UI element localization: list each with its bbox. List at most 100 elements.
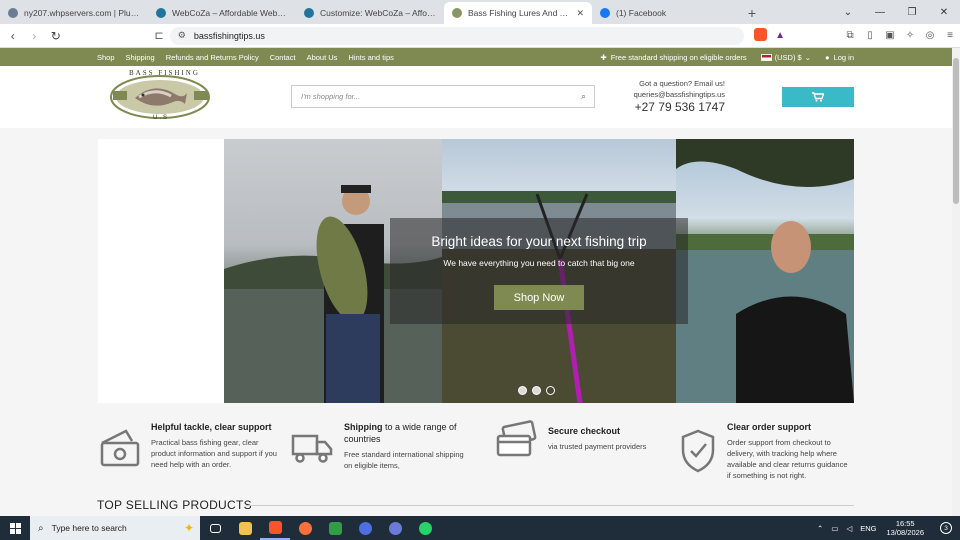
slider-dot-3[interactable] <box>546 386 555 395</box>
brave-rewards-icon[interactable]: ▲ <box>770 30 790 41</box>
new-tab-button[interactable]: + <box>740 2 764 24</box>
nav-about[interactable]: About Us <box>307 53 338 62</box>
site-logo[interactable]: BASS FISHING U.S <box>109 69 212 125</box>
window-controls: ⌄ — ❐ ✕ <box>832 0 960 24</box>
notifications-badge[interactable]: 3 <box>940 522 952 534</box>
browser-tab-active[interactable]: Bass Fishing Lures And Tackle Hints ✕ <box>444 2 592 24</box>
login-link[interactable]: Log in <box>834 53 854 62</box>
contact-question: Got a question? Email us! <box>639 79 725 88</box>
network-icon[interactable]: ▭ <box>831 524 838 533</box>
top-selling-heading: TOP SELLING PRODUCTS <box>97 498 252 512</box>
tab-label: (1) Facebook <box>616 8 667 18</box>
wordpress-favicon-icon <box>304 8 314 18</box>
extensions-bar: ▲ ⧉ ▯ ▣ ✧ ◎ ≡ <box>750 27 960 44</box>
menu-icon[interactable]: ≡ <box>940 30 960 41</box>
nav-refunds[interactable]: Refunds and Returns Policy <box>166 53 259 62</box>
firefox-icon[interactable] <box>290 516 320 540</box>
volume-icon[interactable]: ◁ <box>846 524 852 533</box>
tab-label: Bass Fishing Lures And Tackle Hints <box>468 8 570 18</box>
tab-label: ny207.whpservers.com | Plugins <box>24 8 140 18</box>
clock[interactable]: 16:55 13/08/2026 <box>886 519 924 537</box>
tab-label: Customize: WebCoZa – Affordable W <box>320 8 436 18</box>
feature-desc: Free standard international shipping on … <box>344 450 464 470</box>
vpn-icon[interactable]: ◎ <box>920 30 940 41</box>
feature-helpful-tackle: Helpful tackle, clear support Practical … <box>151 421 281 470</box>
minimize-icon[interactable]: — <box>864 0 896 24</box>
contact-block: Got a question? Email us! queries@bassfi… <box>620 78 725 113</box>
address-bar: ‹ › ↻ ⊏ ⚙ bassfishingtips.us ▲ ⧉ ▯ ▣ ✧ ◎… <box>0 24 960 48</box>
browser-tab-3[interactable]: Customize: WebCoZa – Affordable W <box>296 2 444 24</box>
user-icon: ● <box>825 52 830 62</box>
nav-right: ✚ Free standard shipping on eligible ord… <box>586 53 854 62</box>
plugins-favicon-icon <box>8 8 18 18</box>
dropdown-icon[interactable]: ⌄ <box>832 0 864 24</box>
reload-icon[interactable]: ↻ <box>47 29 65 43</box>
feature-title: Helpful tackle, clear support <box>151 422 272 432</box>
task-view-icon[interactable] <box>200 516 230 540</box>
cart-icon <box>812 92 824 102</box>
nav-shipping[interactable]: Shipping <box>126 53 155 62</box>
feature-title: Clear order support <box>727 422 812 432</box>
shop-now-button[interactable]: Shop Now <box>494 285 584 310</box>
language-indicator[interactable]: ENG <box>860 524 876 533</box>
nav-contact[interactable]: Contact <box>270 53 296 62</box>
forward-icon[interactable]: › <box>26 29 44 43</box>
chevron-down-icon: ⌄ <box>804 52 812 62</box>
wallet-icon[interactable]: ▣ <box>880 30 900 41</box>
chevron-up-icon[interactable]: ⌃ <box>817 524 823 533</box>
browser-tab-bar: ny207.whpservers.com | Plugins WebCoZa –… <box>0 0 960 24</box>
slider-dot-2[interactable] <box>532 386 541 395</box>
bookmark-icon[interactable]: ⊏ <box>155 29 164 42</box>
search-placeholder: I'm shopping for... <box>301 92 361 101</box>
tab-label: WebCoZa – Affordable Websites for <box>172 8 288 18</box>
back-icon[interactable]: ‹ <box>4 29 22 43</box>
hero-slider[interactable]: Bright ideas for your next fishing trip … <box>98 139 854 403</box>
extensions-icon[interactable]: ⧉ <box>840 30 860 41</box>
money-icon <box>98 427 140 470</box>
feature-desc: via trusted payment providers <box>548 442 647 451</box>
site-settings-icon[interactable]: ⚙ <box>178 30 186 41</box>
us-flag-icon <box>760 53 772 61</box>
page-scrollbar[interactable] <box>952 48 960 516</box>
close-tab-icon[interactable]: ✕ <box>576 8 584 19</box>
generic-app-icon[interactable] <box>380 516 410 540</box>
whatsapp-icon[interactable] <box>410 516 440 540</box>
hero-title: Bright ideas for your next fishing trip <box>431 234 647 249</box>
brave-browser-icon[interactable] <box>260 516 290 540</box>
credit-card-icon <box>494 420 538 463</box>
currency-selector[interactable]: (USD) $ <box>775 53 802 62</box>
shipping-promo[interactable]: Free standard shipping on eligible order… <box>611 53 747 62</box>
bass-fishing-favicon-icon <box>452 8 462 18</box>
site-top-nav: Shop Shipping Refunds and Returns Policy… <box>0 48 952 66</box>
facebook-favicon-icon <box>600 8 610 18</box>
url-input[interactable]: ⚙ bassfishingtips.us <box>169 26 745 45</box>
leo-icon[interactable]: ✧ <box>900 30 920 41</box>
browser-tab-5[interactable]: (1) Facebook <box>592 2 740 24</box>
contact-phone[interactable]: +27 79 536 1747 <box>620 101 725 113</box>
logo-text-top: BASS FISHING <box>129 69 200 77</box>
close-window-icon[interactable]: ✕ <box>928 0 960 24</box>
slider-dot-1[interactable] <box>518 386 527 395</box>
sidebar-icon[interactable]: ▯ <box>860 30 880 41</box>
contact-email[interactable]: queries@bassfishingtips.us <box>620 89 725 100</box>
copilot-sparkle-icon: ✦ <box>183 521 194 535</box>
maximize-icon[interactable]: ❐ <box>896 0 928 24</box>
nav-shop[interactable]: Shop <box>97 53 115 62</box>
notepad-icon[interactable] <box>320 516 350 540</box>
windows-start-icon[interactable] <box>0 522 30 534</box>
feature-secure-checkout: Secure checkout via trusted payment prov… <box>548 425 668 452</box>
taskbar-search-input[interactable]: ⌕ Type here to search ✦ <box>30 516 200 540</box>
feature-shipping: Shipping to a wide range of countries Fr… <box>344 421 469 471</box>
product-search-input[interactable]: I'm shopping for... ⌕ <box>291 85 595 108</box>
cart-button[interactable] <box>782 87 854 107</box>
search-icon[interactable]: ⌕ <box>581 91 586 102</box>
search-icon: ⌕ <box>38 522 44 534</box>
chrome-icon[interactable] <box>350 516 380 540</box>
browser-tab-1[interactable]: ny207.whpservers.com | Plugins <box>0 2 148 24</box>
url-text: bassfishingtips.us <box>193 30 265 41</box>
brave-shield-icon[interactable] <box>750 27 770 44</box>
file-explorer-icon[interactable] <box>230 516 260 540</box>
browser-tab-2[interactable]: WebCoZa – Affordable Websites for <box>148 2 296 24</box>
nav-hints[interactable]: Hints and tips <box>348 53 393 62</box>
scrollbar-thumb[interactable] <box>953 58 959 204</box>
